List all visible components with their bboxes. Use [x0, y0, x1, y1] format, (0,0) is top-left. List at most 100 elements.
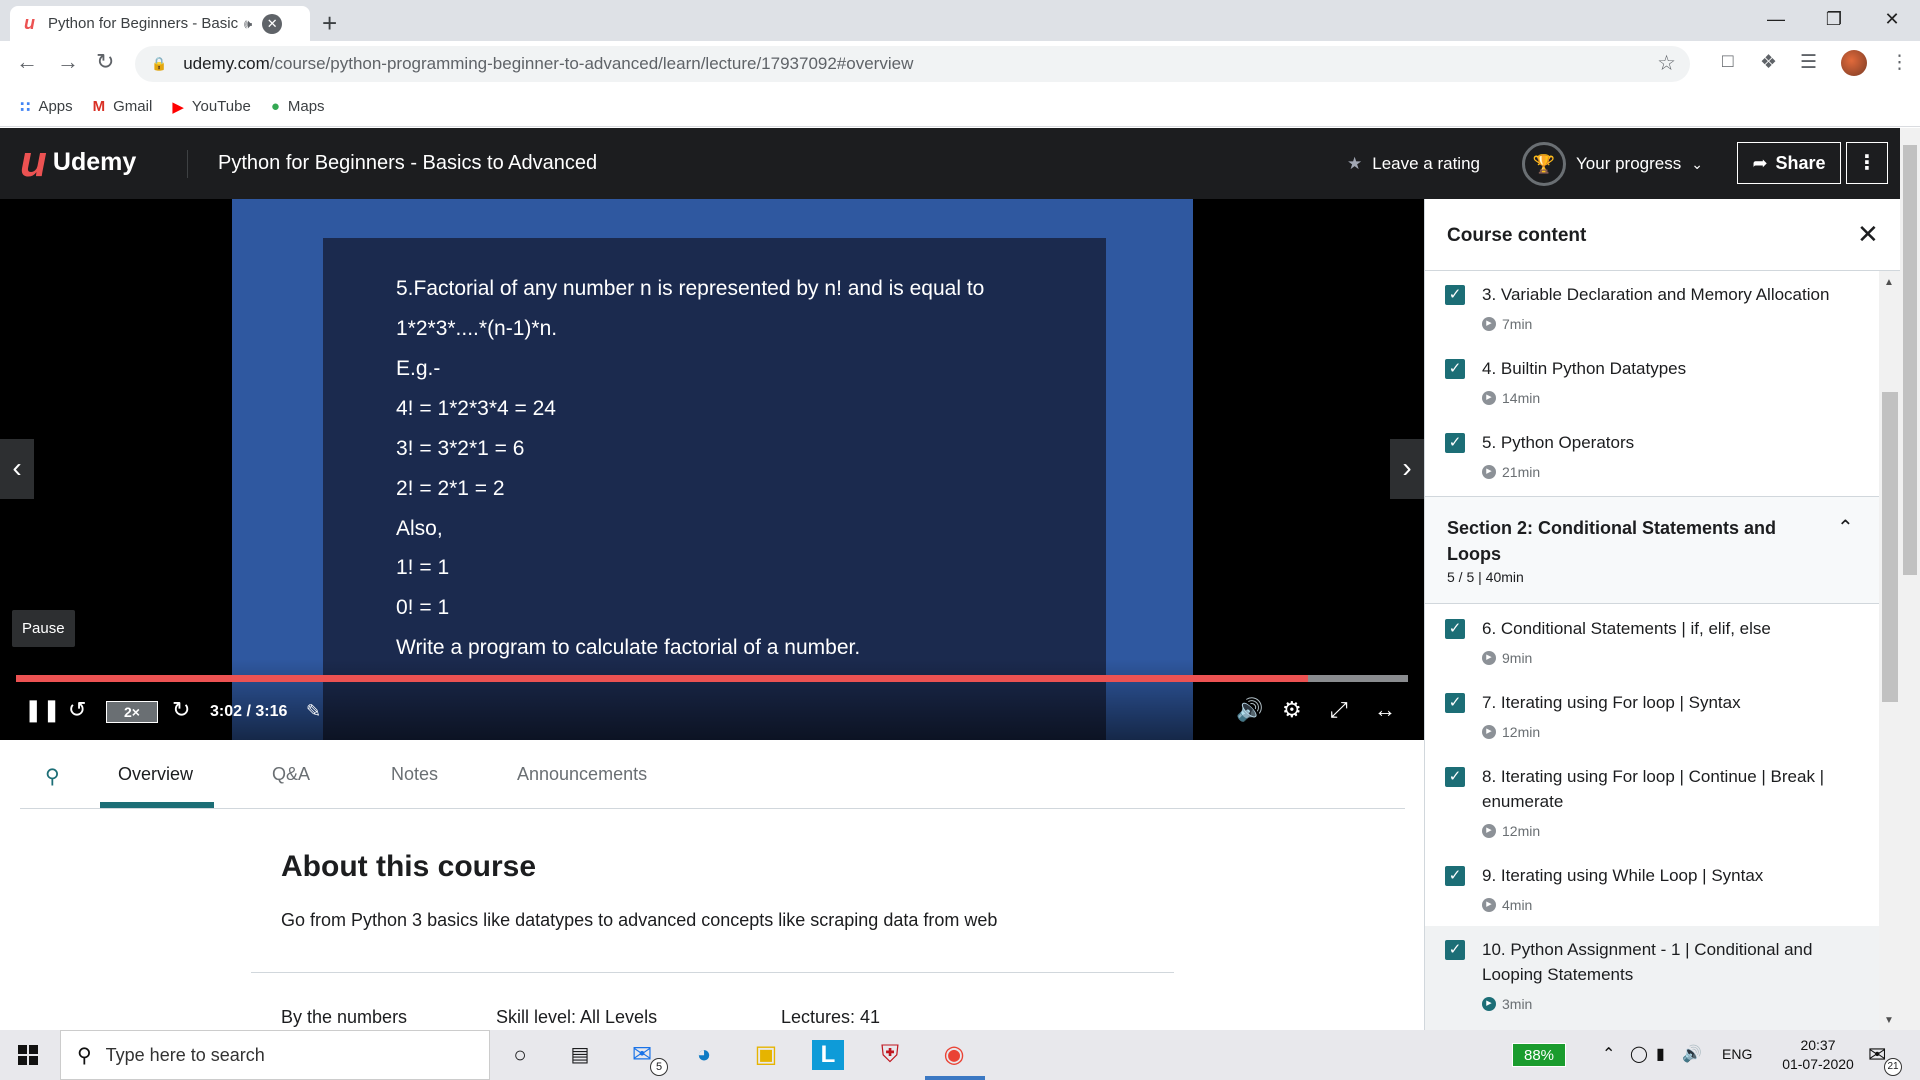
clock-time: 20:37	[1800, 1037, 1836, 1053]
section-meta: 5 / 5 | 40min	[1447, 569, 1524, 585]
lecture-item[interactable]: ✓ 5. Python Operators ▶ 21min	[1425, 421, 1879, 495]
next-lecture-icon[interactable]: ›	[1390, 439, 1424, 499]
checkbox-checked-icon[interactable]: ✓	[1445, 866, 1465, 886]
audio-playing-icon[interactable]: 🕪	[244, 16, 252, 32]
bookmark-star-icon[interactable]: ☆	[1657, 51, 1676, 76]
tab-close-icon[interactable]: ✕	[262, 13, 283, 34]
forward-icon[interactable]: ↻	[172, 697, 190, 723]
new-tab-icon[interactable]: +	[322, 8, 337, 39]
mcafee-icon[interactable]: ⛨	[874, 1040, 906, 1070]
seek-bar[interactable]	[16, 675, 1408, 682]
chevron-up-icon[interactable]: ⌃	[1837, 515, 1854, 540]
volume-icon[interactable]: 🔊	[1236, 697, 1263, 723]
previous-lecture-icon[interactable]: ‹	[0, 439, 34, 499]
sidebar-scroll-thumb[interactable]	[1882, 392, 1898, 702]
lecture-item-current[interactable]: ✓ 10. Python Assignment - 1 | Conditiona…	[1425, 926, 1879, 1030]
lecture-meta: ▶ 4min	[1482, 897, 1532, 913]
bookmark-label: Gmail	[113, 98, 153, 115]
scroll-down-arrow-icon[interactable]: ▼	[1884, 1015, 1894, 1026]
chrome-icon[interactable]: ◉	[938, 1040, 970, 1070]
pocket-extension-icon[interactable]: □	[1722, 51, 1733, 73]
checkbox-checked-icon[interactable]: ✓	[1445, 767, 1465, 787]
playback-speed-button[interactable]: 2×	[106, 701, 158, 723]
network-icon[interactable]: ◯	[1630, 1044, 1648, 1064]
lecture-item[interactable]: ✓ 8. Iterating using For loop | Continue…	[1425, 753, 1879, 852]
taskbar-clock[interactable]: 20:37 01-07-2020	[1778, 1036, 1858, 1074]
leave-rating-button[interactable]: ★ Leave a rating	[1347, 154, 1480, 174]
lecture-item[interactable]: ✓ 9. Iterating using While Loop | Syntax…	[1425, 852, 1879, 926]
lecture-item[interactable]: ✓ 3. Variable Declaration and Memory All…	[1425, 273, 1879, 347]
cortana-icon[interactable]: ○	[504, 1040, 536, 1070]
back-icon[interactable]: ←	[16, 49, 38, 75]
rewind-icon[interactable]: ↺	[68, 697, 86, 723]
checkbox-checked-icon[interactable]: ✓	[1445, 285, 1465, 305]
language-indicator[interactable]: ENG	[1722, 1046, 1752, 1062]
restore-icon[interactable]: ❐	[1806, 0, 1862, 40]
app-l-icon[interactable]: L	[812, 1040, 844, 1070]
reload-icon[interactable]: ↻	[96, 49, 114, 75]
video-player[interactable]: 5.Factorial of any number n is represent…	[0, 199, 1424, 740]
windows-start-icon[interactable]	[18, 1045, 38, 1065]
checkbox-checked-icon[interactable]: ✓	[1445, 619, 1465, 639]
settings-gear-icon[interactable]: ⚙	[1282, 697, 1302, 723]
scroll-up-arrow-icon[interactable]: ▲	[1884, 277, 1894, 288]
bookmark-gmail[interactable]: M Gmail	[93, 98, 153, 115]
lecture-item[interactable]: ✓ 4. Builtin Python Datatypes ▶ 14min	[1425, 347, 1879, 421]
window-close-icon[interactable]: ✕	[1864, 0, 1920, 40]
udemy-logo[interactable]: u Udemy	[20, 140, 136, 184]
task-view-icon[interactable]: ▤	[564, 1040, 596, 1070]
pause-icon[interactable]: ❚❚	[24, 697, 61, 723]
volume-tray-icon[interactable]: 🔊	[1682, 1044, 1702, 1064]
section-header[interactable]: Section 2: Conditional Statements and Lo…	[1425, 496, 1879, 604]
search-icon: ⚲	[77, 1044, 92, 1067]
bookmark-apps[interactable]: ∷ Apps	[20, 98, 73, 116]
checkbox-checked-icon[interactable]: ✓	[1445, 940, 1465, 960]
share-button[interactable]: ➦ Share	[1737, 142, 1841, 184]
media-queue-icon[interactable]: ☰	[1800, 51, 1817, 74]
tab-qa[interactable]: Q&A	[272, 764, 310, 785]
minimize-icon[interactable]: —	[1748, 0, 1804, 40]
udemy-header: u Udemy Python for Beginners - Basics to…	[0, 128, 1900, 199]
lecture-item[interactable]: ✓ 6. Conditional Statements | if, elif, …	[1425, 605, 1879, 679]
forward-icon[interactable]: →	[57, 49, 79, 75]
your-progress-button[interactable]: 🏆 Your progress ⌄	[1522, 142, 1703, 186]
course-title[interactable]: Python for Beginners - Basics to Advance…	[218, 152, 597, 175]
search-icon[interactable]: ⚲	[45, 764, 60, 789]
tab-announcements[interactable]: Announcements	[517, 764, 647, 785]
extensions-puzzle-icon[interactable]: ❖	[1760, 51, 1777, 74]
slide-line: Write a program to calculate factorial o…	[396, 636, 861, 659]
tray-chevron-up-icon[interactable]: ⌃	[1602, 1044, 1615, 1064]
address-bar[interactable]: 🔒 udemy.com/course/python-programming-be…	[135, 46, 1690, 82]
gmail-icon: M	[92, 98, 106, 115]
checkbox-checked-icon[interactable]: ✓	[1445, 433, 1465, 453]
page-scroll-thumb[interactable]	[1903, 145, 1917, 575]
bookmark-youtube[interactable]: ▶ YouTube	[172, 98, 251, 116]
trophy-icon: 🏆	[1522, 142, 1566, 186]
checkbox-checked-icon[interactable]: ✓	[1445, 359, 1465, 379]
about-description: Go from Python 3 basics like datatypes t…	[281, 910, 998, 930]
tab-overview[interactable]: Overview	[118, 764, 193, 785]
apps-grid-icon: ∷	[20, 98, 31, 116]
battery-icon[interactable]: ▮	[1656, 1044, 1665, 1064]
notes-icon[interactable]: ✎	[306, 701, 321, 722]
file-explorer-icon[interactable]: ▣	[750, 1040, 782, 1070]
profile-avatar[interactable]	[1841, 50, 1867, 76]
edge-icon[interactable]: ◕	[688, 1040, 720, 1070]
taskbar-search-box[interactable]: ⚲ Type here to search	[60, 1030, 490, 1080]
expand-width-icon[interactable]: ↔	[1374, 697, 1396, 723]
bookmark-maps[interactable]: ● Maps	[271, 98, 325, 115]
checkbox-checked-icon[interactable]: ✓	[1445, 693, 1465, 713]
play-circle-icon: ▶	[1482, 725, 1496, 739]
tab-notes[interactable]: Notes	[391, 764, 438, 785]
lecture-title: 3. Variable Declaration and Memory Alloc…	[1482, 285, 1830, 304]
url-path: /course/python-programming-beginner-to-a…	[269, 54, 914, 73]
browser-tab[interactable]: u Python for Beginners - Basics 🕪 ✕	[10, 6, 310, 41]
more-options-icon[interactable]: ⋮	[1846, 142, 1888, 184]
play-circle-icon: ▶	[1482, 317, 1496, 331]
fullscreen-icon[interactable]: ⤢	[1330, 697, 1348, 723]
lecture-title: 10. Python Assignment - 1 | Conditional …	[1482, 940, 1813, 984]
close-icon[interactable]: ✕	[1857, 219, 1879, 250]
chrome-menu-icon[interactable]: ⋮	[1890, 51, 1909, 74]
lecture-item[interactable]: ✓ 7. Iterating using For loop | Syntax ▶…	[1425, 679, 1879, 753]
url-text[interactable]: udemy.com/course/python-programming-begi…	[183, 54, 913, 74]
